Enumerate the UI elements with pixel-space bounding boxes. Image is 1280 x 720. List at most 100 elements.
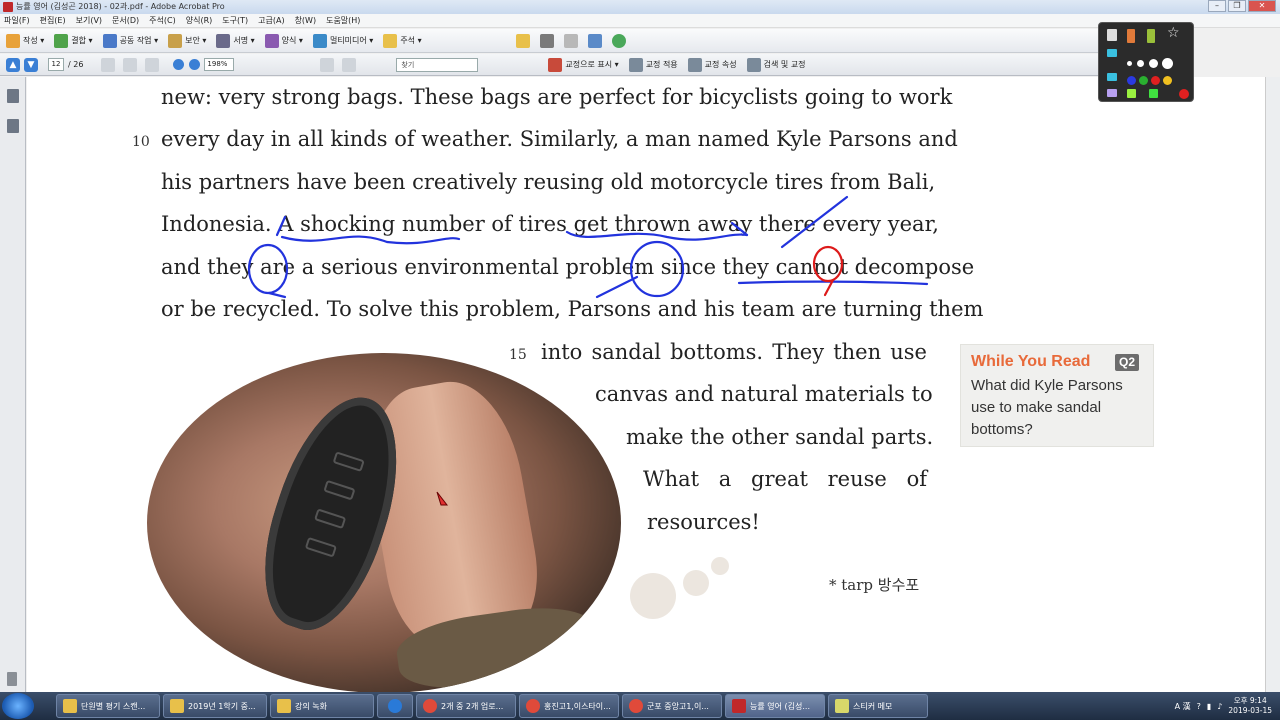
zoom-tool-icon[interactable] <box>145 57 160 72</box>
create-label: 작성 ▾ <box>23 36 45 45</box>
restore-button[interactable]: ❐ <box>1228 0 1246 12</box>
menu-tools[interactable]: 도구(T) <box>222 14 248 27</box>
menu-view[interactable]: 보기(V) <box>76 14 102 27</box>
text-line: new: very strong bags. These bags are pe… <box>161 85 953 109</box>
star-icon[interactable]: ☆ <box>1167 25 1180 41</box>
internet-explorer-icon <box>388 699 402 713</box>
text-line: canvas and natural materials to <box>595 382 933 406</box>
record-icon[interactable] <box>1179 89 1189 99</box>
menu-window[interactable]: 창(W) <box>295 14 317 27</box>
menu-document[interactable]: 문서(D) <box>112 14 139 27</box>
size-medium-icon[interactable] <box>1137 60 1144 67</box>
pen-tool-icon[interactable] <box>1127 29 1135 43</box>
multimedia-button[interactable]: 멀티미디어 ▾ <box>312 33 373 48</box>
menu-file[interactable]: 파일(F) <box>4 14 30 27</box>
zoom-in-icon[interactable] <box>189 59 201 70</box>
size-large-icon[interactable] <box>1149 59 1158 68</box>
find-input[interactable]: 찾기 <box>396 57 479 72</box>
volume-icon[interactable]: ♪ <box>1217 702 1222 711</box>
eraser-tool-icon[interactable] <box>1107 49 1117 57</box>
highlighter-tool-icon[interactable] <box>1147 29 1155 43</box>
sign-button[interactable]: 서명 ▾ <box>216 33 255 48</box>
attachment-icon[interactable] <box>7 672 17 686</box>
menu-help[interactable]: 도움말(H) <box>326 14 360 27</box>
taskbar-item-label: 2개 중 2개 업로... <box>441 701 504 711</box>
menu-edit[interactable]: 편집(E) <box>40 14 66 27</box>
text-line: What a great reuse of <box>643 467 927 491</box>
pointer-tool-icon[interactable] <box>1107 29 1117 41</box>
clock[interactable]: 오후 9:14 2019-03-15 <box>1228 696 1272 716</box>
taskbar-item[interactable]: 2개 중 2개 업로... <box>416 694 516 718</box>
pdf-page[interactable]: new: very strong bags. These bags are pe… <box>27 77 1265 692</box>
window-titlebar: 능률 영어 (김성곤 2018) - 02과.pdf - Adobe Acrob… <box>0 0 1280 14</box>
close-button[interactable]: ✕ <box>1248 0 1276 12</box>
menu-comments[interactable]: 주석(C) <box>149 14 176 27</box>
folder-icon <box>63 699 77 713</box>
combine-button[interactable]: 결합 ▾ <box>54 33 93 48</box>
create-button[interactable]: 작성 ▾ <box>6 33 45 48</box>
mark-for-redaction-button[interactable]: 교정으로 표시 ▾ <box>548 57 619 72</box>
text-line: into sandal bottoms. They then use <box>541 340 927 364</box>
apply-redaction-label: 교정 적용 <box>645 60 678 69</box>
start-button[interactable] <box>2 693 34 719</box>
combine-icon <box>54 33 69 48</box>
previous-page-button[interactable]: ▲ <box>6 57 20 72</box>
screen-capture-icon[interactable] <box>1107 73 1117 81</box>
shape-tool-icon[interactable] <box>1127 89 1136 98</box>
bookmarks-panel-icon[interactable] <box>7 119 19 133</box>
print-button[interactable] <box>539 33 554 48</box>
taskbar-item-active[interactable]: 능률 영어 (김성... <box>725 694 825 718</box>
comment-button[interactable]: 주석 ▾ <box>383 33 422 48</box>
ime-indicator[interactable]: A 漢 <box>1175 701 1191 712</box>
menu-advanced[interactable]: 고급(A) <box>258 14 284 27</box>
decorative-dot <box>711 557 729 575</box>
page-number-input[interactable]: 12 <box>48 58 64 71</box>
fit-page-icon[interactable] <box>320 57 335 72</box>
minimize-button[interactable]: – <box>1208 0 1226 12</box>
secure-button[interactable]: 보안 ▾ <box>168 33 206 48</box>
taskbar-item[interactable]: 홍진고1,이스타이... <box>519 694 619 718</box>
search-and-redact-button[interactable]: 검색 및 교정 <box>746 57 806 72</box>
help-icon[interactable]: ? <box>1197 702 1201 711</box>
taskbar-item[interactable]: 스티커 메모 <box>828 694 928 718</box>
windows-taskbar: 단원별 평기 스캔... 2019년 1학기 중... 강의 녹화 2개 중 2… <box>0 692 1280 720</box>
color-yellow-swatch[interactable] <box>1163 76 1172 85</box>
while-you-read-question: What did Kyle Parsons use to make sandal… <box>971 377 1123 438</box>
color-green-swatch[interactable] <box>1139 76 1148 85</box>
open-button[interactable] <box>515 33 530 48</box>
zoom-out-icon[interactable] <box>173 59 185 70</box>
vertical-scrollbar[interactable] <box>1265 77 1280 692</box>
fit-width-icon[interactable] <box>342 57 357 72</box>
taskbar-item-ie[interactable] <box>377 694 413 718</box>
annotation-stroke <box>280 235 461 245</box>
next-page-button[interactable]: ▼ <box>24 57 38 72</box>
tread-mark <box>314 508 347 530</box>
save-button[interactable] <box>563 33 578 48</box>
select-text-icon[interactable] <box>101 57 116 72</box>
while-you-read-title: While You Read <box>971 353 1091 370</box>
taskbar-item[interactable]: 2019년 1학기 중... <box>163 694 267 718</box>
board-icon[interactable] <box>1107 89 1117 97</box>
color-red-swatch[interactable] <box>1151 76 1160 85</box>
hand-tool-icon[interactable] <box>123 57 138 72</box>
menu-forms[interactable]: 양식(R) <box>186 14 213 27</box>
forms-button[interactable]: 양식 ▾ <box>264 33 303 48</box>
size-small-icon[interactable] <box>1127 61 1132 66</box>
apply-redaction-button[interactable]: 교정 적용 <box>628 57 678 72</box>
taskbar-item[interactable]: 군포 중앙고1,이... <box>622 694 722 718</box>
apply-redaction-icon <box>628 57 643 72</box>
size-xlarge-icon[interactable] <box>1162 58 1173 69</box>
navigation-toolbar: ▲ ▼ 12 / 26 198% 찾기 교정으로 표시 ▾ 교정 적용 교정 속… <box>0 54 1100 76</box>
web-button[interactable] <box>611 33 626 48</box>
taskbar-item[interactable]: 단원별 평기 스캔... <box>56 694 160 718</box>
rectangle-tool-icon[interactable] <box>1149 89 1158 98</box>
taskbar-item-label: 스티커 메모 <box>853 701 893 711</box>
zoom-input[interactable]: 198% <box>204 58 235 71</box>
collaborate-button[interactable]: 공동 작업 ▾ <box>102 33 158 48</box>
redaction-properties-button[interactable]: 교정 속성 <box>687 57 737 72</box>
color-blue-swatch[interactable] <box>1127 76 1136 85</box>
taskbar-item[interactable]: 강의 녹화 <box>270 694 374 718</box>
network-icon[interactable]: ▮ <box>1207 702 1211 711</box>
pages-panel-icon[interactable] <box>7 89 19 103</box>
email-button[interactable] <box>587 33 602 48</box>
